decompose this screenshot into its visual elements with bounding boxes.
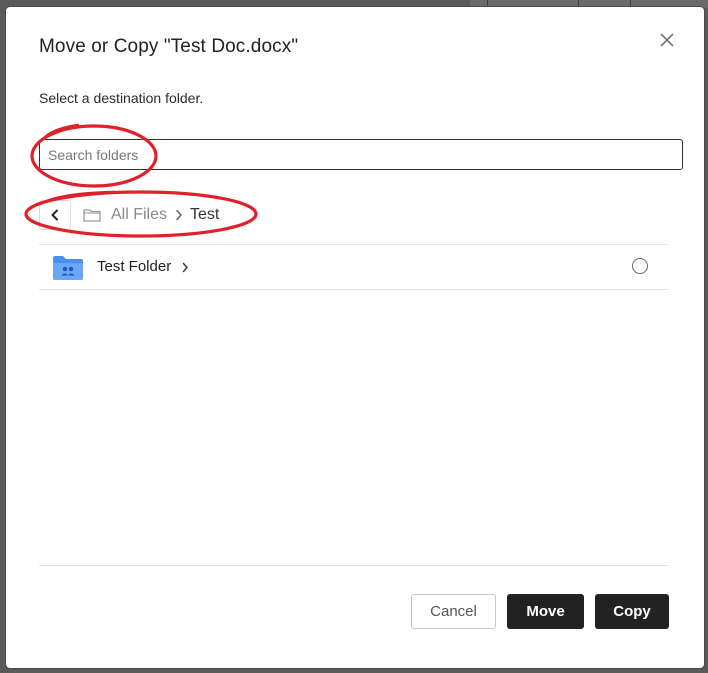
- chevron-right-icon: [182, 260, 189, 278]
- search-folders-input[interactable]: [39, 139, 683, 170]
- chevron-right-icon: [175, 209, 183, 221]
- folder-outline-icon: [83, 207, 101, 223]
- folder-select-radio[interactable]: [632, 258, 648, 274]
- breadcrumb-all-files[interactable]: All Files: [111, 206, 167, 224]
- divider: [39, 289, 669, 290]
- copy-button[interactable]: Copy: [595, 594, 669, 629]
- cancel-button[interactable]: Cancel: [411, 594, 496, 629]
- chevron-left-icon: [51, 209, 58, 221]
- shared-folder-icon: [52, 255, 84, 281]
- back-button[interactable]: [39, 200, 71, 230]
- dialog-subtitle: Select a destination folder.: [39, 90, 204, 106]
- breadcrumb-current: Test: [190, 206, 220, 223]
- dialog-title: Move or Copy "Test Doc.docx": [39, 36, 299, 57]
- move-button[interactable]: Move: [507, 594, 584, 629]
- footer-divider: [39, 565, 669, 566]
- folder-row[interactable]: Test Folder: [39, 245, 669, 289]
- folder-name: Test Folder: [97, 258, 172, 275]
- breadcrumb: All Files Test: [39, 200, 219, 230]
- close-icon[interactable]: [656, 29, 678, 51]
- move-copy-dialog: Move or Copy "Test Doc.docx" Select a de…: [6, 7, 704, 668]
